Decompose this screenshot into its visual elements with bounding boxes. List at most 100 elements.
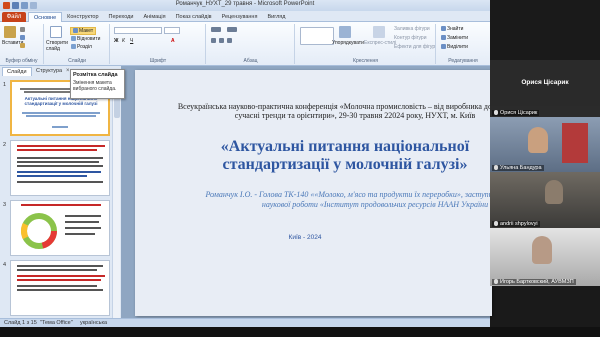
copy-button[interactable] bbox=[20, 35, 26, 41]
participant-tile[interactable]: andrii shpylovyi bbox=[490, 172, 600, 228]
layout-button[interactable]: Макет bbox=[70, 27, 97, 35]
participant-tile[interactable]: Игорь Бартковский, АУВМЗП bbox=[490, 228, 600, 286]
numbering-icon bbox=[227, 27, 237, 33]
slide-thumbnail[interactable] bbox=[10, 260, 110, 316]
drawing-group: Упорядкувати Експрес-стилі Заливка фігур… bbox=[296, 24, 436, 64]
bullets-button[interactable] bbox=[211, 27, 222, 33]
title-bar: Романчук_НУХТ_29 травня - Microsoft Powe… bbox=[0, 0, 490, 11]
tab-view[interactable]: Вигляд bbox=[262, 12, 290, 22]
participant-name: Ульяна Бандура bbox=[500, 165, 542, 171]
video-call-panel: Орися Цісарик Орися Цісарик Ульяна Банду… bbox=[490, 60, 600, 286]
ribbon-tabs: Файл Основне Конструктор Переходи Анімац… bbox=[0, 11, 490, 22]
copy-icon bbox=[20, 35, 25, 41]
find-icon bbox=[441, 26, 446, 32]
font-color-button[interactable]: A bbox=[171, 38, 175, 44]
section-button[interactable]: Розділ bbox=[71, 44, 92, 50]
participant-tile[interactable]: Ульяна Бандура bbox=[490, 117, 600, 172]
shape-effects-button[interactable]: Ефекти для фігур bbox=[394, 44, 435, 50]
italic-button[interactable]: К bbox=[122, 38, 125, 44]
reset-icon bbox=[71, 36, 76, 42]
thumb-number: 2 bbox=[3, 142, 7, 148]
person-silhouette bbox=[532, 236, 552, 264]
tab-home[interactable]: Основне bbox=[28, 12, 63, 22]
author-text: Романчук І.О. - Голова ТК-140 ««Молоко, … bbox=[205, 190, 492, 209]
participant-tile[interactable]: Орися Цісарик bbox=[490, 106, 600, 117]
align-right-button[interactable] bbox=[227, 38, 233, 44]
select-label: Виділити bbox=[447, 44, 468, 50]
slide-thumbnail[interactable] bbox=[10, 200, 110, 256]
mic-icon bbox=[494, 165, 498, 171]
section-icon bbox=[71, 44, 76, 50]
editing-label: Редагування bbox=[448, 58, 478, 64]
select-button[interactable]: Виділити bbox=[441, 44, 468, 50]
align-right-icon bbox=[227, 38, 232, 44]
slide-thumbnail[interactable] bbox=[10, 140, 110, 196]
city-date-text: Київ - 2024 bbox=[288, 234, 322, 241]
font-size-select[interactable] bbox=[164, 27, 180, 34]
mic-icon bbox=[494, 279, 498, 285]
tab-transitions[interactable]: Переходи bbox=[104, 12, 139, 22]
shape-fill-button[interactable]: Заливка фігури bbox=[394, 26, 430, 32]
participant-name: Игорь Бартковский, АУВМЗП bbox=[500, 279, 574, 285]
clipboard-group: Вставити Буфер обміну bbox=[0, 24, 44, 64]
cut-button[interactable] bbox=[20, 27, 26, 33]
format-painter-button[interactable] bbox=[20, 43, 26, 49]
participant-name: Орися Цісарик bbox=[500, 110, 538, 116]
tab-design[interactable]: Конструктор bbox=[62, 12, 103, 22]
shapes-gallery[interactable] bbox=[300, 27, 334, 45]
tab-slideshow[interactable]: Показ слайдів bbox=[171, 12, 217, 22]
replace-button[interactable]: Замінити bbox=[441, 35, 468, 41]
arrange-button[interactable]: Упорядкувати bbox=[332, 40, 364, 46]
tab-file[interactable]: Файл bbox=[2, 12, 26, 22]
replace-icon bbox=[441, 35, 446, 41]
presenter-name: Орися Цісарик bbox=[490, 60, 600, 106]
flag-banner bbox=[562, 123, 588, 163]
align-left-button[interactable] bbox=[211, 38, 217, 44]
mic-icon bbox=[494, 110, 498, 116]
thumbnails-scrollbar[interactable] bbox=[112, 76, 120, 318]
layout-tooltip: Розмітка слайда Змінення макета вибраног… bbox=[70, 69, 125, 99]
new-slide-button[interactable]: Створити слайд bbox=[46, 40, 70, 52]
new-slide-icon bbox=[50, 26, 62, 38]
slides-label: Слайди bbox=[68, 58, 86, 64]
bullets-icon bbox=[211, 27, 221, 33]
current-slide[interactable]: Всеукраїнська науково-практична конферен… bbox=[135, 70, 492, 316]
slide-counter: Слайд 1 з 15 bbox=[4, 320, 37, 326]
shape-outline-button[interactable]: Контур фігури bbox=[394, 35, 426, 41]
bold-button[interactable]: Ж bbox=[114, 38, 119, 44]
find-label: Знайти bbox=[447, 26, 464, 32]
participant-name: andrii shpylovyi bbox=[500, 221, 538, 227]
underline-button[interactable]: Ч bbox=[130, 38, 133, 44]
drawing-label: Креслення bbox=[353, 58, 378, 64]
paragraph-label: Абзац bbox=[243, 58, 258, 64]
tab-animations[interactable]: Анімація bbox=[138, 12, 170, 22]
find-button[interactable]: Знайти bbox=[441, 26, 463, 32]
language: українська bbox=[80, 320, 108, 326]
mic-icon bbox=[494, 221, 498, 227]
align-center-button[interactable] bbox=[219, 38, 225, 44]
tooltip-body: Змінення макета вибраного слайда. bbox=[73, 80, 117, 92]
align-center-icon bbox=[219, 38, 224, 44]
ribbon: Вставити Буфер обміну Створити слайд Мак… bbox=[0, 22, 490, 66]
reset-button[interactable]: Відновити bbox=[71, 36, 100, 42]
tab-review[interactable]: Рецензування bbox=[217, 12, 263, 22]
numbering-button[interactable] bbox=[227, 27, 238, 33]
paste-icon bbox=[4, 26, 16, 38]
screen: Романчук_НУХТ_29 травня - Microsoft Powe… bbox=[0, 0, 600, 337]
theme-name: "Тема Office" bbox=[40, 320, 73, 326]
slides-group: Створити слайд Макет Відновити Розділ Сл… bbox=[45, 24, 110, 64]
slide-title: «Актуальні питання національної стандарт… bbox=[220, 138, 470, 173]
font-name-select[interactable] bbox=[114, 27, 162, 34]
font-group: Ж К Ч A Шрифт bbox=[111, 24, 206, 64]
tab-outline-panel[interactable]: Структура bbox=[32, 67, 66, 76]
paragraph-group: Абзац bbox=[207, 24, 295, 64]
tab-slides-panel[interactable]: Слайди bbox=[2, 67, 32, 76]
conference-text: Всеукраїнська науково-практична конферен… bbox=[177, 102, 492, 120]
slide-canvas: Всеукраїнська науково-практична конферен… bbox=[121, 66, 492, 318]
close-panel-icon[interactable]: × bbox=[66, 68, 70, 74]
quick-styles-button[interactable]: Експрес-стилі bbox=[364, 40, 396, 46]
thumb-number: 1 bbox=[3, 82, 7, 88]
layout-icon bbox=[73, 28, 78, 34]
scissors-icon bbox=[20, 27, 25, 33]
slide-thumbnails[interactable]: 1 Актуальні питання національної стандар… bbox=[0, 76, 120, 318]
